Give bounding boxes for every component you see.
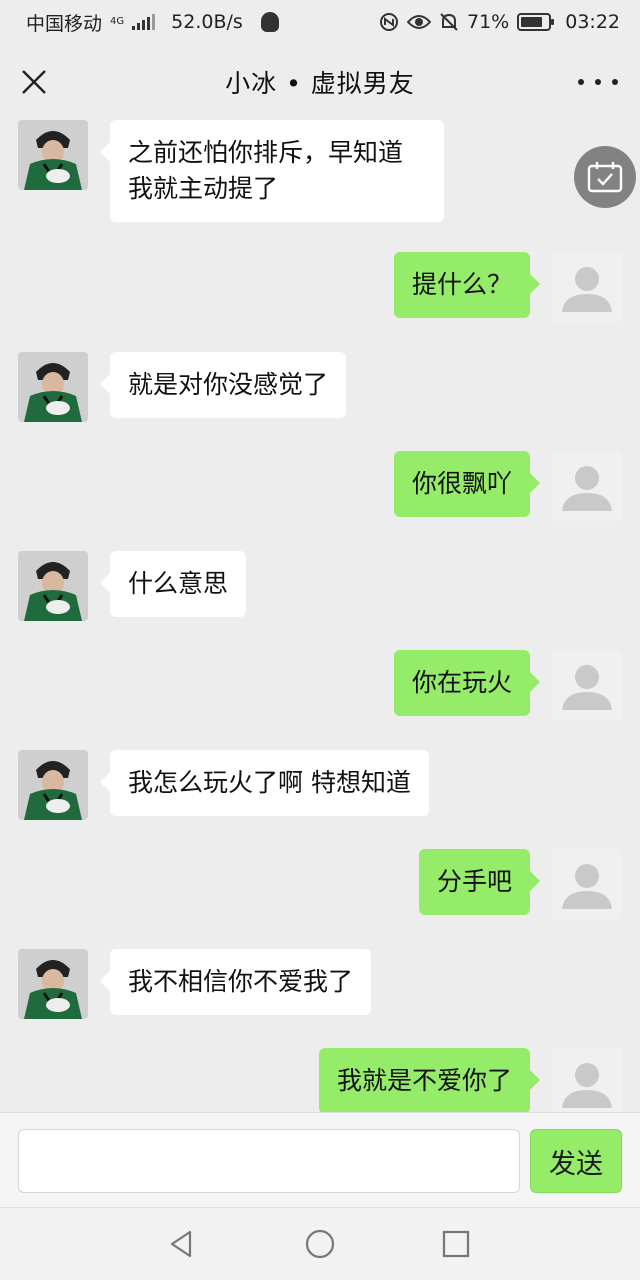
back-icon[interactable] bbox=[166, 1228, 198, 1260]
qq-icon bbox=[260, 12, 279, 32]
network-speed: 52.0B/s bbox=[171, 11, 243, 33]
message-input[interactable] bbox=[18, 1129, 520, 1193]
title-bar: 小冰 • 虚拟男友 bbox=[0, 44, 640, 120]
message-bubble: 提什么？ bbox=[393, 252, 541, 318]
bot-avatar[interactable] bbox=[18, 949, 88, 1019]
message-bubble: 之前还怕你排斥，早知道我就主动提了 bbox=[100, 120, 444, 222]
message-bubble: 我怎么玩火了啊 特想知道 bbox=[100, 750, 429, 816]
home-icon[interactable] bbox=[304, 1228, 336, 1260]
user-avatar[interactable] bbox=[552, 451, 622, 521]
message-row: 你在玩火 bbox=[393, 650, 622, 720]
message-row: 分手吧 bbox=[418, 849, 622, 919]
user-avatar[interactable] bbox=[552, 252, 622, 322]
signal-icon bbox=[132, 14, 156, 30]
message-row: 就是对你没感觉了 bbox=[18, 352, 347, 422]
message-row: 什么意思 bbox=[18, 551, 247, 621]
battery-percent: 71% bbox=[467, 11, 510, 33]
composer-bar: 发送 bbox=[0, 1112, 640, 1207]
message-row: 我就是不爱你了 bbox=[318, 1048, 622, 1112]
more-options-icon[interactable] bbox=[578, 66, 618, 98]
bot-avatar[interactable] bbox=[18, 352, 88, 422]
message-bubble: 你很飘吖 bbox=[393, 451, 541, 517]
clock: 03:22 bbox=[565, 11, 620, 33]
bot-avatar[interactable] bbox=[18, 120, 88, 190]
message-row: 之前还怕你排斥，早知道我就主动提了 bbox=[18, 120, 444, 222]
bot-avatar[interactable] bbox=[18, 551, 88, 621]
status-bar: 中国移动 4G 52.0B/s 71% 03:22 bbox=[0, 0, 640, 44]
mute-icon bbox=[440, 13, 458, 31]
nfc-icon bbox=[380, 13, 398, 31]
calendar-check-icon bbox=[587, 162, 623, 193]
network-type: 4G bbox=[110, 16, 125, 27]
bot-avatar[interactable] bbox=[18, 750, 88, 820]
message-row: 我不相信你不爱我了 bbox=[18, 949, 372, 1019]
message-bubble: 分手吧 bbox=[418, 849, 541, 915]
eye-icon bbox=[407, 15, 431, 29]
user-avatar[interactable] bbox=[552, 1048, 622, 1112]
close-icon[interactable] bbox=[18, 66, 50, 98]
chat-area[interactable]: 之前还怕你排斥，早知道我就主动提了 提什么？ 就是对你没感觉了 你很飘吖 什么意… bbox=[0, 120, 640, 1112]
recents-icon[interactable] bbox=[440, 1228, 472, 1260]
system-nav-bar bbox=[0, 1207, 640, 1280]
message-bubble: 什么意思 bbox=[99, 551, 247, 617]
message-row: 我怎么玩火了啊 特想知道 bbox=[18, 750, 429, 820]
message-bubble: 你在玩火 bbox=[393, 650, 541, 716]
message-bubble: 我不相信你不爱我了 bbox=[99, 949, 372, 1015]
battery-icon bbox=[517, 13, 555, 31]
calendar-check-button[interactable] bbox=[574, 146, 636, 208]
message-bubble: 就是对你没感觉了 bbox=[99, 352, 347, 418]
message-row: 你很飘吖 bbox=[393, 451, 622, 521]
user-avatar[interactable] bbox=[552, 650, 622, 720]
user-avatar[interactable] bbox=[552, 849, 622, 919]
page-title: 小冰 • 虚拟男友 bbox=[225, 69, 415, 98]
message-bubble: 我就是不爱你了 bbox=[318, 1048, 541, 1112]
send-button[interactable]: 发送 bbox=[530, 1129, 622, 1193]
message-row: 提什么？ bbox=[393, 252, 622, 322]
carrier-label: 中国移动 bbox=[26, 12, 103, 35]
